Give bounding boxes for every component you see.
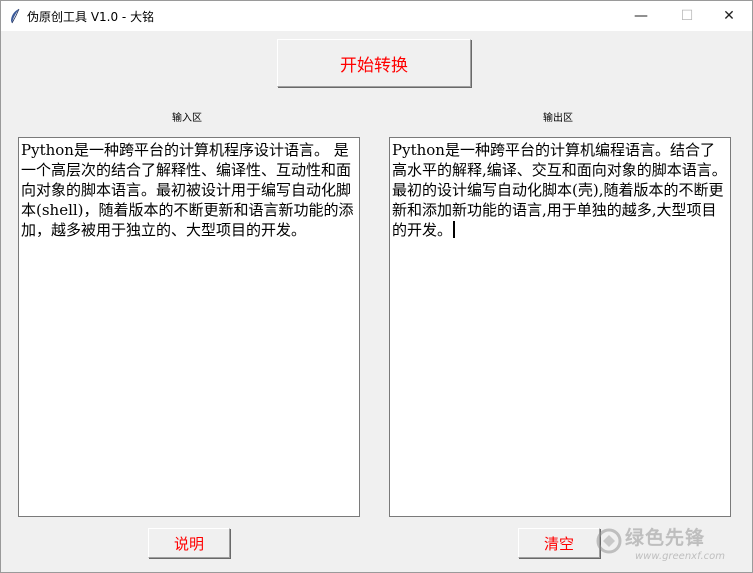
watermark-text: 绿色先锋: [625, 527, 706, 549]
output-textarea[interactable]: Python是一种跨平台的计算机编程语言。结合了高水平的解释,编译、交互和面向对…: [389, 137, 731, 517]
watermark: 绿色先锋 www.greenxf.com: [595, 523, 750, 571]
help-button[interactable]: 说明: [148, 528, 230, 558]
start-convert-button[interactable]: 开始转换: [277, 39, 471, 87]
watermark-url: www.greenxf.com: [635, 551, 725, 562]
input-area-label: 输入区: [172, 113, 202, 124]
clear-button[interactable]: 清空: [518, 528, 600, 558]
window-title: 伪原创工具 V1.0 - 大铭: [27, 10, 155, 24]
maximize-button[interactable]: ☐: [664, 1, 710, 31]
minimize-button[interactable]: —: [618, 1, 664, 31]
app-window: 伪原创工具 V1.0 - 大铭 — ☐ ✕ 开始转换 输入区 输出区 Pytho…: [0, 0, 753, 573]
input-textarea[interactable]: Python是一种跨平台的计算机程序设计语言。 是一个高层次的结合了解释性、编译…: [18, 137, 360, 517]
watermark-logo-icon: [596, 528, 622, 554]
feather-icon: [11, 8, 20, 24]
close-button[interactable]: ✕: [706, 1, 752, 31]
output-area-label: 输出区: [543, 113, 573, 124]
output-text: Python是一种跨平台的计算机编程语言。结合了高水平的解释,编译、交互和面向对…: [392, 141, 727, 239]
input-text: Python是一种跨平台的计算机程序设计语言。 是一个高层次的结合了解释性、编译…: [21, 141, 354, 239]
text-caret: [453, 221, 456, 238]
title-bar: 伪原创工具 V1.0 - 大铭 — ☐ ✕: [1, 1, 752, 31]
